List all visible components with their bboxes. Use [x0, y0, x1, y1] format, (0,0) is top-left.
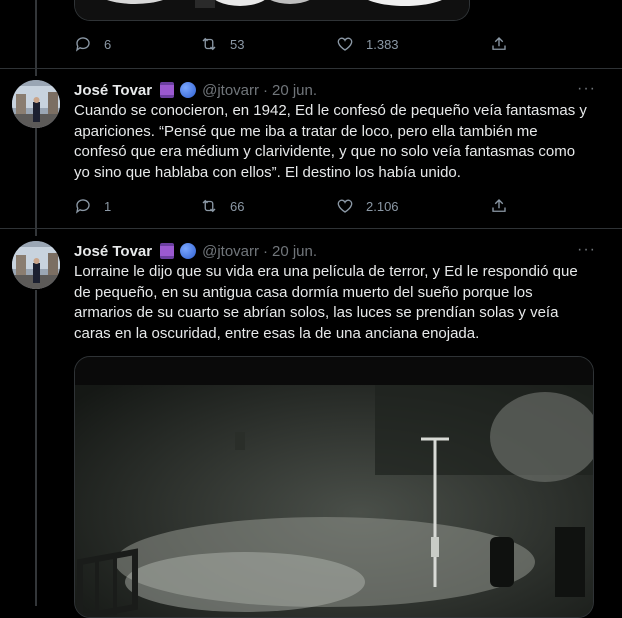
more-options-icon[interactable]: ···: [577, 241, 596, 259]
more-options-icon[interactable]: ···: [577, 80, 596, 98]
previous-tweet-actions: 6 53 1.383: [74, 32, 514, 56]
like-button[interactable]: 1.383: [336, 35, 399, 53]
reply-icon: [75, 199, 90, 214]
avatar[interactable]: [12, 80, 60, 128]
retweet-icon: [202, 199, 216, 213]
tweet-actions: 1 66 2.106: [74, 194, 514, 218]
retweet-count: 53: [230, 36, 245, 52]
separator: ·: [263, 81, 268, 99]
share-icon: [492, 199, 506, 212]
author-handle[interactable]: @jtovarr: [202, 243, 259, 260]
author-handle[interactable]: @jtovarr: [202, 82, 259, 99]
like-button[interactable]: 2.106: [336, 197, 399, 215]
like-count: 2.106: [366, 198, 399, 214]
divider: [0, 228, 622, 229]
tweet-header: José Tovar @jtovarr · 20 jun.: [74, 241, 317, 261]
tweet-date[interactable]: 20 jun.: [272, 243, 317, 260]
share-button[interactable]: [490, 197, 508, 215]
separator: ·: [263, 242, 268, 260]
share-icon: [492, 37, 506, 50]
retweet-button[interactable]: 66: [200, 197, 244, 215]
previous-tweet-image[interactable]: [74, 0, 470, 21]
like-count: 1.383: [366, 36, 399, 52]
reply-icon: [75, 37, 90, 52]
author-name[interactable]: José Tovar: [74, 243, 152, 260]
reply-count: 1: [104, 198, 112, 214]
yarn-ball-emoji: [180, 82, 197, 98]
tweet-header: José Tovar @jtovarr · 20 jun.: [74, 80, 317, 100]
retweet-icon: [202, 37, 216, 51]
share-button[interactable]: [490, 35, 508, 53]
thread-line: [35, 0, 37, 76]
reply-count: 6: [104, 36, 112, 52]
tweet-text: Cuando se conocieron, en 1942, Ed le con…: [74, 102, 587, 181]
thread-spool-emoji: [160, 82, 175, 98]
yarn-ball-emoji: [180, 243, 197, 259]
tweet-text: Lorraine le dijo que su vida era una pel…: [74, 263, 578, 342]
retweet-count: 66: [230, 198, 245, 214]
reply-button[interactable]: 6: [74, 35, 111, 53]
avatar[interactable]: [12, 241, 60, 289]
author-name[interactable]: José Tovar: [74, 82, 152, 99]
tweet-date[interactable]: 20 jun.: [272, 82, 317, 99]
retweet-button[interactable]: 53: [200, 35, 244, 53]
tweet-image[interactable]: [74, 356, 594, 618]
heart-icon: [337, 199, 353, 213]
divider: [0, 68, 622, 69]
thread-spool-emoji: [160, 243, 175, 259]
heart-icon: [337, 37, 353, 51]
reply-button[interactable]: 1: [74, 197, 111, 215]
